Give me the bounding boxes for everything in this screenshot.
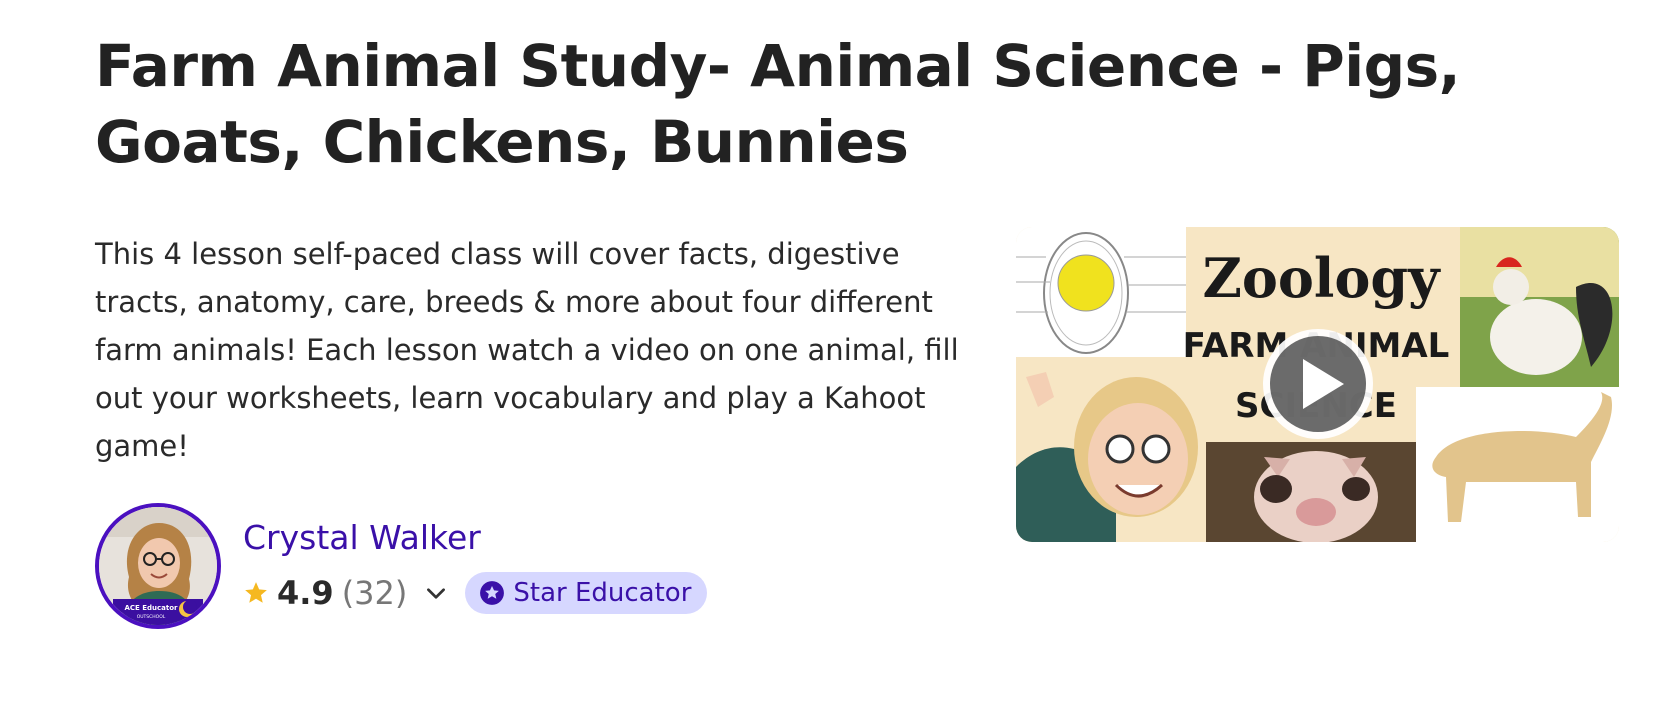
rating-value: 4.9 bbox=[277, 574, 334, 612]
thumbnail-title-zoology: Zoology bbox=[1202, 246, 1441, 310]
avatar-badge-subtext: OUTSCHOOL bbox=[137, 614, 166, 620]
star-badge-icon bbox=[480, 581, 505, 605]
star-educator-badge: Star Educator bbox=[465, 572, 708, 614]
teacher-name-link[interactable]: Crystal Walker bbox=[243, 516, 481, 560]
class-video-player[interactable]: Zoology FARM ANIMAL SCIENCE bbox=[1016, 227, 1619, 542]
chevron-down-icon[interactable] bbox=[423, 580, 449, 606]
class-title: Farm Animal Study- Animal Science - Pigs… bbox=[95, 32, 1461, 176]
video-thumbnail: Zoology FARM ANIMAL SCIENCE bbox=[1016, 227, 1619, 542]
avatar-photo: ACE Educator OUTSCHOOL bbox=[99, 507, 217, 625]
class-description: This 4 lesson self-paced class will cove… bbox=[95, 237, 959, 463]
teacher-avatar[interactable]: ACE Educator OUTSCHOOL bbox=[95, 503, 221, 629]
teacher-rating-row: 4.9 (32) Star Educator bbox=[243, 571, 708, 615]
review-count: (32) bbox=[341, 574, 408, 612]
avatar-badge-text: ACE Educator bbox=[124, 604, 178, 612]
badge-label: Star Educator bbox=[513, 578, 692, 608]
star-icon bbox=[245, 582, 267, 603]
